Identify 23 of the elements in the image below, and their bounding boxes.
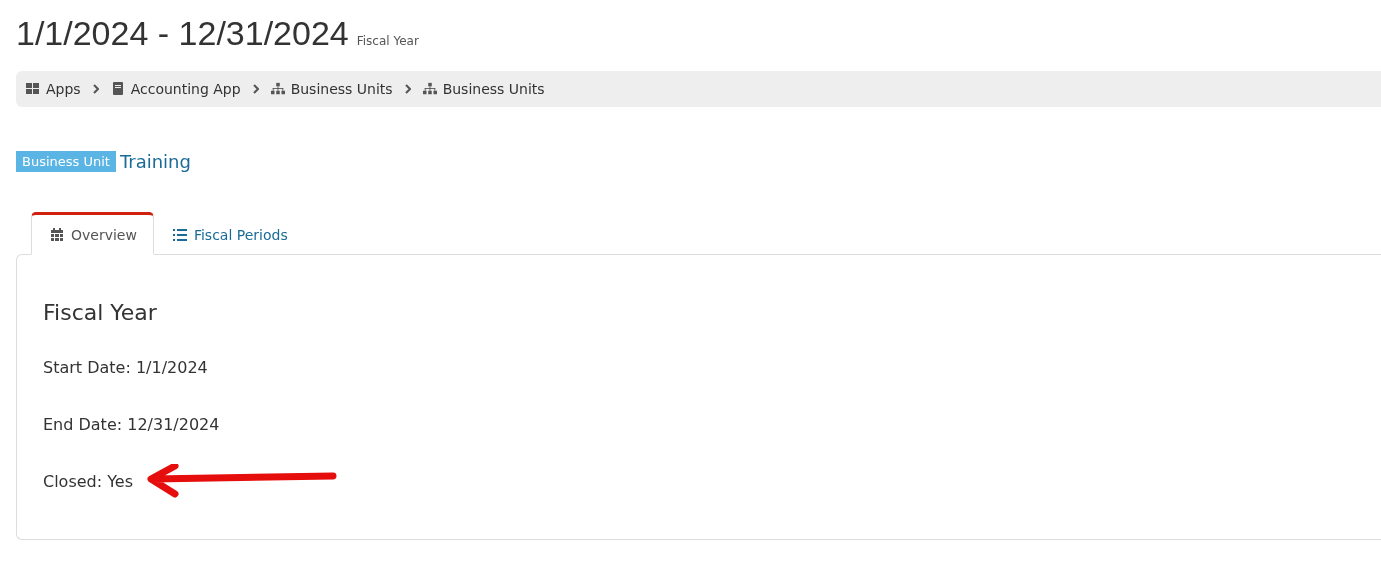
panel-heading: Fiscal Year bbox=[43, 300, 158, 325]
list-icon bbox=[172, 228, 187, 242]
entity-type-badge: Business Unit bbox=[16, 151, 116, 172]
tab[interactable]: Fiscal Periods bbox=[153, 212, 305, 255]
breadcrumb-link[interactable]: Business Units bbox=[442, 81, 545, 97]
grid-icon bbox=[26, 82, 40, 96]
field-text: Closed: Yes bbox=[43, 472, 134, 491]
entity-name: Training bbox=[119, 151, 191, 172]
field-text: End Date: 12/31/2024 bbox=[43, 415, 220, 434]
field-text: Start Date: 1/1/2024 bbox=[43, 358, 208, 377]
hierarchy-icon bbox=[270, 82, 285, 96]
calendar-icon bbox=[50, 228, 64, 242]
hierarchy-icon bbox=[422, 82, 437, 96]
chevron-icon bbox=[252, 84, 259, 94]
chevron-icon bbox=[92, 84, 99, 94]
breadcrumb-link[interactable]: Accounting App bbox=[130, 81, 241, 97]
breadcrumb-link[interactable]: Business Units bbox=[290, 81, 393, 97]
page-title: 1/1/2024 - 12/31/2024 bbox=[16, 14, 349, 53]
book-icon bbox=[110, 82, 125, 96]
breadcrumb-link[interactable]: Apps bbox=[46, 81, 81, 97]
chevron-icon bbox=[404, 84, 411, 94]
page-subtitle: Fiscal Year bbox=[356, 34, 419, 48]
tab[interactable]: Overview bbox=[31, 212, 154, 255]
